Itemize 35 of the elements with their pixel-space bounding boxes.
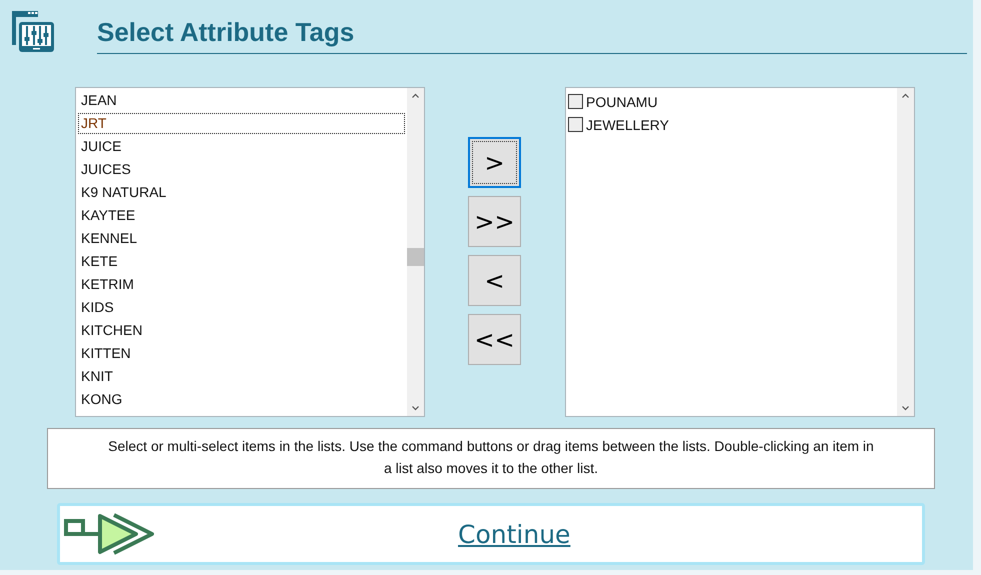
list-item[interactable]: JRT xyxy=(78,113,405,134)
move-button[interactable]: >> xyxy=(468,196,521,247)
scroll-thumb[interactable] xyxy=(407,248,424,266)
list-item[interactable]: KENNEL xyxy=(78,228,405,249)
list-item[interactable]: POUNAMU xyxy=(586,94,658,110)
available-tags-list[interactable]: JEAN JRT JUICE JUICES K9 NATURAL KAYTEE KENNEL KETE KETRIM KIDS KITCHEN KITTEN KNIT KONG xyxy=(75,87,425,417)
list-item[interactable]: KNIT xyxy=(78,366,405,387)
checkbox[interactable] xyxy=(568,117,583,132)
continue-button[interactable]: Continue xyxy=(57,503,925,565)
list-item[interactable]: KITCHEN xyxy=(78,320,405,341)
list-item[interactable]: KIDS xyxy=(78,297,405,318)
scroll-up-icon[interactable] xyxy=(412,93,419,98)
scrollbar[interactable] xyxy=(407,88,424,416)
move-button[interactable]: << xyxy=(468,314,521,365)
list-item[interactable]: KITTEN xyxy=(78,343,405,364)
move-button[interactable]: < xyxy=(468,255,521,306)
page-title: Select Attribute Tags xyxy=(97,17,354,47)
continue-link[interactable]: Continue xyxy=(458,520,570,548)
scroll-down-icon[interactable] xyxy=(902,406,909,411)
scrollbar[interactable] xyxy=(897,88,914,416)
list-item[interactable]: KAYTEE xyxy=(78,205,405,226)
help-text: Select or multi-select items in the lists. Use the command buttons or drag items between the lists. Double-clicking an item in a list also moves it to the other list. xyxy=(47,428,935,489)
list-item[interactable]: KETE xyxy=(78,251,405,272)
scroll-up-icon[interactable] xyxy=(902,93,909,98)
list-item[interactable]: JEAN xyxy=(78,90,405,111)
list-item[interactable]: KONG xyxy=(78,389,405,410)
list-item[interactable]: JUICE xyxy=(78,136,405,157)
list-item[interactable]: JUICES xyxy=(78,159,405,180)
selected-tags-list[interactable]: POUNAMU JEWELLERY xyxy=(565,87,915,417)
list-item[interactable]: KETRIM xyxy=(78,274,405,295)
list-item[interactable]: K9 NATURAL xyxy=(78,182,405,203)
list-item[interactable]: JEWELLERY xyxy=(586,116,669,132)
checkbox[interactable] xyxy=(568,94,583,109)
move-button[interactable]: > xyxy=(468,137,521,188)
scroll-down-icon[interactable] xyxy=(412,406,419,411)
